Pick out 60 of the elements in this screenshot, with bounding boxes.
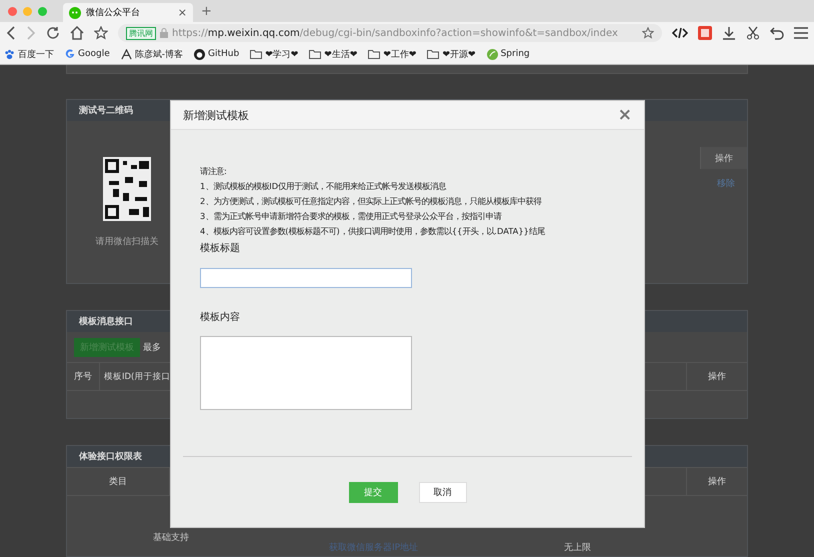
code-icon[interactable] bbox=[672, 27, 688, 39]
column-header: 模板ID(用于接口 bbox=[103, 370, 172, 384]
home-icon[interactable] bbox=[70, 26, 84, 40]
undo-icon[interactable] bbox=[770, 26, 784, 40]
bookmark-link[interactable]: GitHub bbox=[208, 49, 240, 59]
scissors-icon[interactable] bbox=[746, 26, 760, 40]
column-header: 序号 bbox=[67, 363, 100, 390]
field-label: 模板标题 bbox=[200, 242, 240, 255]
url-text: https://mp.weixin.qq.com/debug/cgi-bin/sandboxinfo?action=showinfo&t=sandbox/index bbox=[172, 28, 618, 38]
download-icon[interactable] bbox=[722, 26, 736, 40]
title-input[interactable] bbox=[200, 268, 412, 288]
reload-icon[interactable] bbox=[46, 26, 60, 40]
cancel-button[interactable]: 取消 bbox=[418, 482, 466, 502]
chat-bubble-icon bbox=[69, 6, 81, 18]
back-icon[interactable] bbox=[6, 26, 16, 40]
notice-line: 3、需为正式帐号申请新增符合要求的模板，需使用正式号登录公众平台，按指引申请 bbox=[200, 210, 502, 223]
star-icon[interactable] bbox=[94, 26, 108, 40]
bookmark-link[interactable]: Spring bbox=[500, 49, 530, 59]
bookmark-star-icon[interactable] bbox=[642, 27, 654, 39]
notice-line: 1、测试模板的模板ID仅用于测试，不能用来给正式帐号发送模板消息 bbox=[200, 180, 446, 193]
g-letter-icon bbox=[65, 49, 75, 59]
bookmark-link[interactable]: ❤工作❤ bbox=[383, 48, 416, 60]
close-button[interactable]: × bbox=[618, 105, 632, 125]
qr-caption: 请用微信扫描关 bbox=[96, 236, 158, 248]
bookmark-link[interactable]: ❤学习❤ bbox=[265, 48, 298, 60]
paw-icon bbox=[4, 48, 15, 60]
site-badge: 腾讯网 bbox=[126, 26, 156, 40]
tab-title: 微信公众平台 bbox=[86, 6, 141, 19]
lock-icon bbox=[160, 28, 168, 38]
leaf-icon bbox=[486, 48, 498, 60]
menu-icon[interactable] bbox=[794, 27, 808, 39]
panel-title: 体验接口权限表 bbox=[79, 450, 142, 463]
folder-icon bbox=[250, 49, 262, 59]
dialog-title: 新增测试模板 bbox=[183, 108, 249, 122]
limit-note: 最多 bbox=[143, 342, 161, 354]
table-cell-text: 无上限 bbox=[564, 542, 591, 554]
new-tab-button[interactable]: + bbox=[201, 4, 212, 18]
column-header: 操作 bbox=[686, 363, 747, 390]
notice-heading: 请注意: bbox=[200, 165, 227, 178]
browser-tab[interactable]: 微信公众平台 × bbox=[63, 3, 193, 22]
bookmark-link[interactable]: Google bbox=[78, 49, 110, 59]
close-tab-button[interactable]: × bbox=[178, 6, 187, 19]
folder-icon bbox=[368, 49, 380, 59]
panel-title: 模板消息接口 bbox=[79, 315, 133, 328]
address-bar[interactable]: 腾讯网 https://mp.weixin.qq.com/debug/cgi-bin/sandboxinfo?action=showinfo&t=sandbox/index bbox=[118, 24, 662, 42]
bookmark-link[interactable]: ❤生活❤ bbox=[324, 48, 358, 60]
panel-title: 测试号二维码 bbox=[79, 104, 133, 117]
notice-line: 4、模板内容可设置参数(模板标题不可)，供接口调用时使用，参数需以{{开头，以.DATA}}结尾 bbox=[200, 225, 545, 238]
bookmark-link[interactable]: 百度一下 bbox=[18, 48, 54, 60]
column-header: 操作 bbox=[686, 468, 747, 495]
qr-code-drawing bbox=[103, 156, 151, 220]
bookmark-link[interactable]: 陈彦斌-博客 bbox=[134, 48, 183, 60]
field-label: 模板内容 bbox=[200, 310, 240, 324]
folder-icon bbox=[427, 49, 440, 59]
column-header: 操作 bbox=[715, 152, 733, 164]
folder-icon bbox=[309, 49, 322, 59]
scribble-icon bbox=[120, 48, 132, 60]
table-cell-text: 基础支持 bbox=[152, 532, 190, 544]
notice-line: 2、为方便测试，测试模板可任意指定内容，但实际上正式帐号的模板消息，只能从模板库中获得 bbox=[200, 195, 542, 208]
bookmark-link[interactable]: ❤开源❤ bbox=[442, 48, 476, 60]
